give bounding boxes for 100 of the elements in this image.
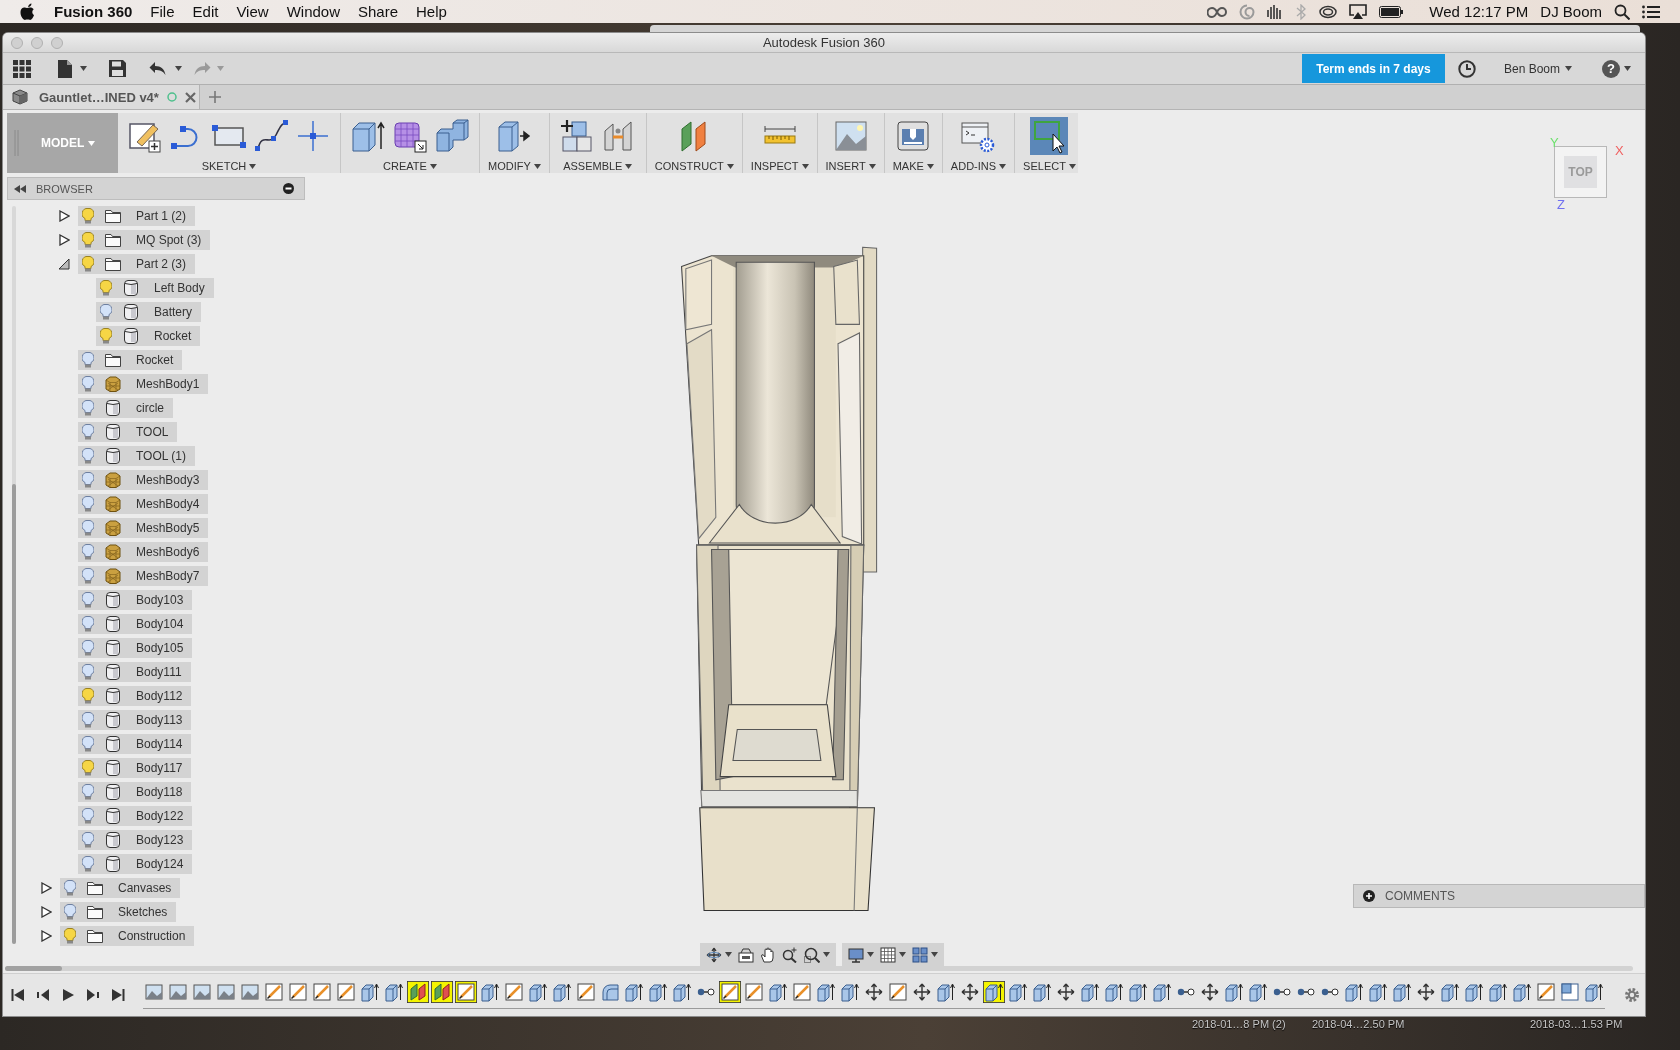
ribbon-menu[interactable]: SKETCH <box>201 160 257 172</box>
browser-item[interactable]: circle <box>78 398 173 418</box>
lightbulb-icon[interactable] <box>82 520 94 536</box>
scrollbar-track[interactable] <box>5 965 1633 971</box>
document-tab[interactable]: Gauntlet…INED v4* <box>3 85 200 109</box>
lightbulb-icon[interactable] <box>82 760 94 776</box>
lightbulb-icon[interactable] <box>82 400 94 416</box>
skip-to-end-icon[interactable] <box>111 988 125 1002</box>
caret-icon[interactable] <box>999 163 1007 169</box>
lightbulb-icon[interactable] <box>82 424 94 440</box>
caret-icon[interactable] <box>175 66 182 71</box>
extrude-icon[interactable] <box>1343 981 1365 1003</box>
caret-icon[interactable] <box>926 163 934 169</box>
lightbulb-icon[interactable] <box>82 712 94 728</box>
rings-icon[interactable] <box>1319 4 1338 19</box>
lightbulb-icon[interactable] <box>64 880 76 896</box>
browser-item[interactable]: Construction <box>60 926 195 946</box>
expand-arrow-icon[interactable] <box>40 906 52 918</box>
picture-icon[interactable] <box>143 981 165 1003</box>
lightbulb-icon[interactable] <box>82 784 94 800</box>
extrude-icon[interactable] <box>359 981 381 1003</box>
caret-icon[interactable] <box>1565 66 1572 71</box>
close-icon[interactable] <box>184 91 196 103</box>
browser-item[interactable]: Part 1 (2) <box>78 206 195 226</box>
extrude-icon[interactable] <box>1031 981 1053 1003</box>
caret-icon[interactable] <box>725 952 732 957</box>
step-forward-icon[interactable] <box>86 988 100 1002</box>
expand-arrow-icon[interactable] <box>58 234 70 246</box>
ribbon-menu[interactable]: INSPECT <box>750 160 809 172</box>
move-icon[interactable] <box>863 981 885 1003</box>
viewports-icon[interactable] <box>912 946 928 963</box>
apple-menu-icon[interactable] <box>19 2 35 21</box>
extrude-icon[interactable] <box>551 981 573 1003</box>
ribbon-menu[interactable]: SELECT <box>1023 160 1076 172</box>
hand-icon[interactable] <box>760 946 776 963</box>
ribbon-menu[interactable]: MAKE <box>892 160 934 172</box>
collapse-panel-icon[interactable] <box>14 184 26 193</box>
lightbulb-icon[interactable] <box>82 832 94 848</box>
browser-item[interactable]: MQ Spot (3) <box>78 230 211 250</box>
caret-icon[interactable] <box>249 163 257 169</box>
caret-icon[interactable] <box>1624 66 1631 71</box>
plane-icon[interactable] <box>431 981 453 1003</box>
scrollbar-thumb[interactable] <box>5 965 62 971</box>
caret-icon[interactable] <box>726 163 734 169</box>
caret-icon[interactable] <box>533 163 541 169</box>
lightbulb-icon[interactable] <box>100 280 112 296</box>
lightbulb-icon[interactable] <box>82 616 94 632</box>
ribbon-menu[interactable]: CREATE <box>383 160 437 172</box>
lightbulb-icon[interactable] <box>82 472 94 488</box>
extrude-icon[interactable] <box>1583 981 1605 1003</box>
move-icon[interactable] <box>1199 981 1221 1003</box>
lightbulb-icon[interactable] <box>64 904 76 920</box>
menu-item[interactable]: Share <box>358 3 399 20</box>
lightbulb-icon[interactable] <box>64 928 76 944</box>
search-icon[interactable] <box>1614 3 1630 20</box>
browser-item[interactable]: Body114 <box>78 734 192 754</box>
move-icon[interactable] <box>1055 981 1077 1003</box>
collapse-arrow-icon[interactable] <box>58 258 70 270</box>
browser-item[interactable]: Sketches <box>60 902 177 922</box>
lightbulb-icon[interactable] <box>82 736 94 752</box>
browser-item[interactable]: Body104 <box>78 614 193 634</box>
save-icon[interactable] <box>109 60 126 77</box>
lightbulb-icon[interactable] <box>82 352 94 368</box>
user-menu[interactable]: Ben Boom <box>1503 61 1572 76</box>
browser-item[interactable]: Body105 <box>78 638 193 658</box>
plus-icon[interactable] <box>209 91 221 103</box>
extrude-icon[interactable] <box>647 981 669 1003</box>
sketch-icon[interactable] <box>719 981 741 1003</box>
plus-circle-icon[interactable] <box>1363 890 1375 902</box>
lightbulb-icon[interactable] <box>82 856 94 872</box>
airplay-icon[interactable] <box>1349 3 1368 20</box>
picture-icon[interactable] <box>167 981 189 1003</box>
extrude-icon[interactable] <box>1463 981 1485 1003</box>
extrude-icon[interactable] <box>983 981 1005 1003</box>
step-back-icon[interactable] <box>36 988 50 1002</box>
extrude-icon[interactable] <box>1103 981 1125 1003</box>
browser-item[interactable]: TOOL <box>78 422 178 442</box>
browser-item[interactable]: TOOL (1) <box>78 446 195 466</box>
browser-item[interactable]: Body111 <box>78 662 191 682</box>
caret-icon[interactable] <box>868 163 876 169</box>
extrude-icon[interactable] <box>671 981 693 1003</box>
app-menu[interactable]: Fusion 360 <box>54 3 133 20</box>
user-name[interactable]: DJ Boom <box>1540 3 1602 20</box>
picture-icon[interactable] <box>191 981 213 1003</box>
lightbulb-icon[interactable] <box>82 448 94 464</box>
caret-icon[interactable] <box>867 952 874 957</box>
expand-arrow-icon[interactable] <box>40 930 52 942</box>
undo-icon[interactable] <box>149 61 166 76</box>
clock[interactable]: Wed 12:17 PM <box>1429 3 1529 20</box>
ribbon-menu[interactable]: ADD-INS <box>950 160 1007 172</box>
caret-icon[interactable] <box>801 163 809 169</box>
menu-item[interactable]: Edit <box>192 3 219 20</box>
browser-item[interactable]: Body112 <box>78 686 192 706</box>
lightbulb-icon[interactable] <box>100 328 112 344</box>
menu-icon[interactable] <box>1642 4 1660 19</box>
browser-item[interactable]: Body113 <box>78 710 192 730</box>
scrollbar-track[interactable] <box>12 206 16 944</box>
extrude-icon[interactable] <box>839 981 861 1003</box>
linked-loops-icon[interactable] <box>1207 4 1228 19</box>
grid-icon[interactable] <box>880 946 896 963</box>
